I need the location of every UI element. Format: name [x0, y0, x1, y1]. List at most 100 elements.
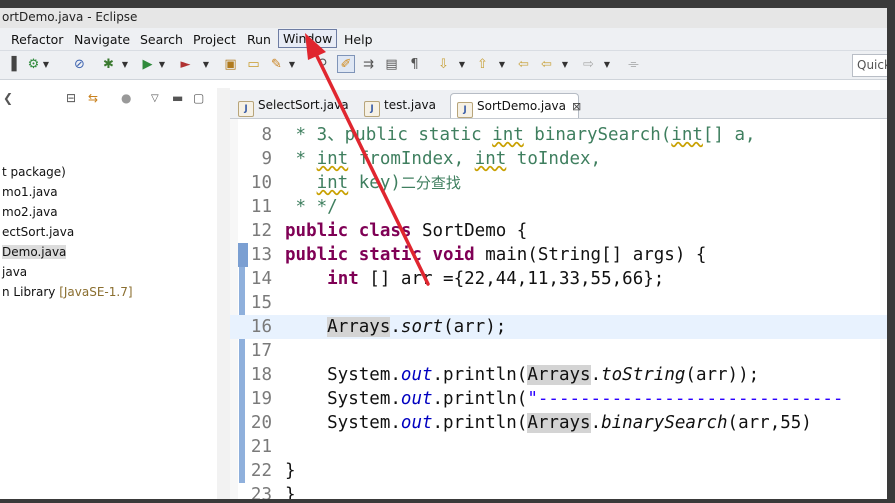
pencil-icon[interactable]: ✎ — [268, 56, 285, 73]
filter-icon[interactable]: ● — [121, 91, 131, 105]
dropdown-icon[interactable]: ▼ — [458, 56, 466, 73]
search-icon[interactable]: ⚲ — [314, 56, 331, 73]
collapse-all-icon[interactable]: ⊟ — [66, 91, 76, 105]
tree-item-jre-library[interactable]: n Library [JavaSE-1.7] — [2, 285, 133, 299]
dropdown-icon[interactable]: ▼ — [202, 56, 210, 73]
menu-search[interactable]: Search — [137, 31, 186, 48]
code-text: Arrays.sort(arr); — [327, 317, 507, 337]
library-label: n Library — [2, 285, 60, 299]
menu-bar: Refactor Navigate Search Project Run Win… — [0, 28, 887, 51]
code-text: * int fromIndex, int toIndex, — [285, 149, 602, 169]
breakpoint-icon[interactable]: ⊘ — [71, 56, 88, 73]
tree-item-demo1[interactable]: mo1.java — [2, 185, 58, 199]
watermark-url: jingyan.baidu.com — [685, 455, 796, 469]
chevron-left-icon[interactable]: ❮ — [3, 91, 13, 105]
watermark-logo: Bai du 经验 — [680, 431, 819, 456]
code-line: 12 public class SortDemo { — [230, 219, 887, 243]
line-number: 14 — [250, 269, 272, 289]
menu-navigate[interactable]: Navigate — [71, 31, 133, 48]
toolbar-separator-icon: ▐ — [6, 57, 17, 72]
line-number: 11 — [250, 197, 272, 217]
tab-test[interactable]: Jtest.java — [358, 93, 448, 117]
run-icon[interactable]: ▶ — [139, 56, 156, 73]
editor-tabs: J SelectSort.java Jtest.java J SortDemo.ja… — [230, 90, 887, 119]
prev-annotation-icon[interactable]: ⇧ — [474, 56, 491, 73]
line-number: 15 — [250, 293, 272, 313]
forward-icon[interactable]: ⇦ — [538, 56, 555, 73]
window-title: ortDemo.java - Eclipse — [2, 10, 138, 24]
code-line: 10 int key)二分查找 — [230, 171, 887, 195]
code-text: System.out.println(Arrays.toString(arr))… — [285, 365, 760, 385]
java-file-icon: J — [364, 101, 380, 117]
line-number: 10 — [250, 173, 272, 193]
dropdown-icon[interactable]: ▼ — [561, 56, 569, 73]
line-number: 23 — [250, 485, 272, 499]
tree-item-package[interactable]: t package) — [2, 165, 66, 179]
line-number: 13 — [250, 245, 272, 265]
line-number: 16 — [250, 317, 272, 337]
code-text: System.out.println("--------------------… — [285, 389, 844, 409]
tab-sortdemo[interactable]: J SortDemo.java ⊠ — [450, 93, 581, 118]
code-text: } — [285, 485, 296, 499]
tab-label: SortDemo.java — [477, 99, 566, 113]
forward-icon[interactable]: ⇨ — [580, 56, 597, 73]
open-folder-icon[interactable]: ▭ — [245, 56, 262, 73]
line-number: 22 — [250, 461, 272, 481]
highlight-icon[interactable]: ✐ — [337, 55, 355, 73]
code-line: 13 public static void main(String[] args… — [230, 243, 887, 267]
dropdown-icon[interactable]: ▼ — [158, 56, 166, 73]
dropdown-icon[interactable]: ▼ — [121, 56, 129, 73]
code-line: 18 System.out.println(Arrays.toString(ar… — [230, 363, 887, 387]
menu-help[interactable]: Help — [341, 31, 376, 48]
back-icon[interactable]: ⇦ — [515, 56, 532, 73]
next-annotation-icon[interactable]: ⇩ — [435, 56, 452, 73]
tab-selectsort[interactable]: J SelectSort.java — [232, 93, 350, 117]
line-number: 19 — [250, 389, 272, 409]
code-text: int [] arr ={22,44,11,33,55,66}; — [327, 269, 665, 289]
line-number: 21 — [250, 437, 272, 457]
line-number: 17 — [250, 341, 272, 361]
tab-label: test.java — [384, 98, 437, 112]
tree-item-test[interactable]: java — [2, 265, 27, 279]
external-tools-icon[interactable]: ► — [177, 56, 194, 73]
line-number: 9 — [261, 149, 272, 169]
menu-project[interactable]: Project — [190, 31, 239, 48]
tree-item-sortdemo[interactable]: Demo.java — [2, 245, 67, 259]
java-file-icon: J — [457, 102, 473, 118]
code-line: 14 int [] arr ={22,44,11,33,55,66}; — [230, 267, 887, 291]
code-line: 17 — [230, 339, 887, 363]
code-line: 11 * */ — [230, 195, 887, 219]
code-line: 15 — [230, 291, 887, 315]
view-menu-icon[interactable]: ▽ — [151, 93, 159, 104]
package-explorer: ❮ ⊟ ⇆ ● ▽ ▬ ▢ t package) mo1.java mo2.ja… — [0, 88, 218, 499]
tree-item-demo2[interactable]: mo2.java — [2, 205, 58, 219]
link-editor-icon[interactable]: ⇆ — [88, 91, 98, 105]
new-package-icon[interactable]: ▣ — [222, 56, 239, 73]
dropdown-icon[interactable]: ▼ — [42, 56, 50, 73]
dropdown-icon[interactable]: ▼ — [603, 56, 611, 73]
code-line: 9 * int fromIndex, int toIndex, — [230, 147, 887, 171]
line-number: 18 — [250, 365, 272, 385]
dropdown-icon[interactable]: ▼ — [288, 56, 296, 73]
menu-window[interactable]: Window — [278, 29, 338, 48]
tree-item-selectsort[interactable]: ectSort.java — [2, 225, 74, 239]
code-text: * */ — [285, 197, 338, 217]
maximize-icon[interactable]: ▢ — [193, 91, 204, 105]
menu-refactor[interactable]: Refactor — [8, 31, 66, 48]
show-whitespace-icon[interactable]: ¶ — [406, 56, 423, 73]
code-line: 23 } — [230, 483, 887, 499]
line-number: 8 — [261, 125, 272, 145]
code-line: 8 * 3、public static int binarySearch(int… — [230, 123, 887, 147]
pin-icon[interactable]: ⌯ — [625, 56, 642, 73]
debug-icon[interactable]: ✱ — [100, 56, 117, 73]
panel-sash[interactable] — [217, 88, 230, 499]
main-toolbar: ▐ ⚙ ▼ ⊘ ✱ ▼ ▶ ▼ ► ▼ ▣ ▭ ✎ ▼ ⚲ ✐ ⇉ ▤ ¶ ⇩ … — [0, 51, 887, 80]
gear-run-icon[interactable]: ⚙ — [25, 56, 42, 73]
dropdown-icon[interactable]: ▼ — [498, 56, 506, 73]
menu-run[interactable]: Run — [244, 31, 274, 48]
minimize-icon[interactable]: ▬ — [172, 91, 183, 105]
outline-icon[interactable]: ▤ — [383, 56, 400, 73]
quick-access-input[interactable]: Quick — [852, 54, 887, 77]
close-icon[interactable]: ⊠ — [572, 100, 581, 113]
toggle-icon[interactable]: ⇉ — [360, 56, 377, 73]
